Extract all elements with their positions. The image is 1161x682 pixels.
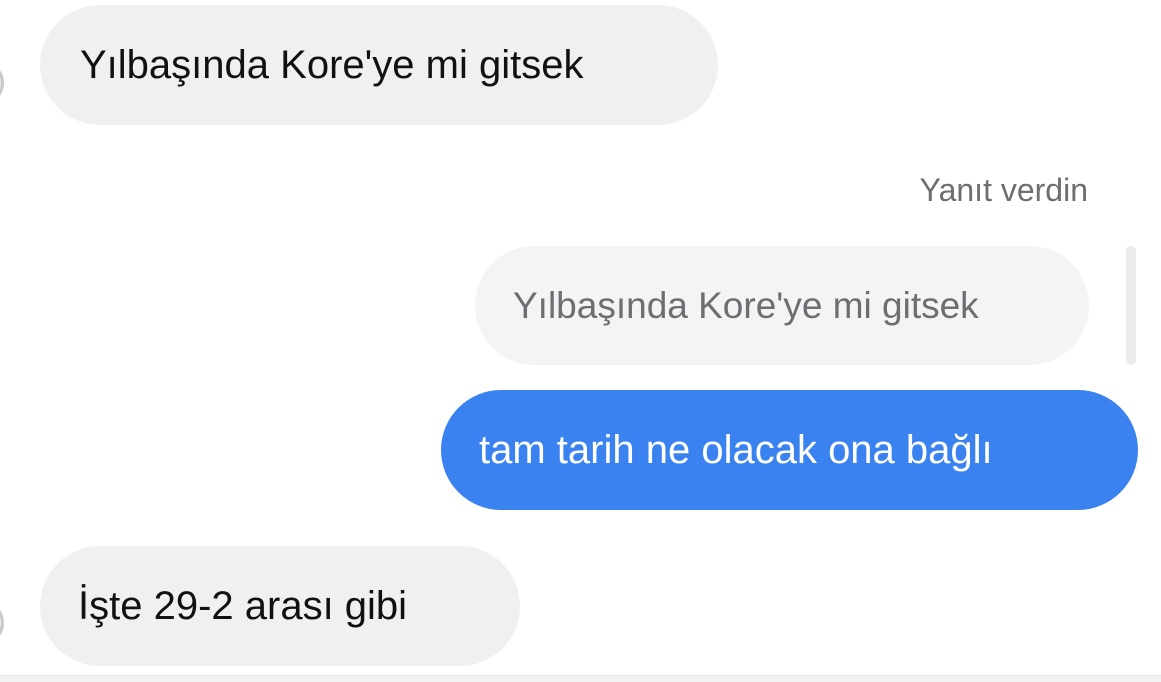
replied-message-text: Yılbaşında Kore'ye mi gitsek [513, 284, 979, 326]
incoming-message-bubble[interactable]: İşte 29-2 arası gibi [40, 546, 520, 666]
avatar[interactable] [0, 61, 4, 105]
incoming-message-bubble[interactable]: Yılbaşında Kore'ye mi gitsek [40, 5, 718, 125]
reply-indicator: Yanıt verdin [919, 172, 1088, 208]
replied-message-preview[interactable]: Yılbaşında Kore'ye mi gitsek [475, 246, 1089, 365]
avatar[interactable] [0, 601, 4, 645]
message-text: tam tarih ne olacak ona bağlı [479, 427, 993, 472]
message-text: Yılbaşında Kore'ye mi gitsek [80, 42, 584, 87]
message-text: İşte 29-2 arası gibi [78, 583, 408, 628]
composer-edge [0, 675, 1161, 682]
chat-thread: Yılbaşında Kore'ye mi gitsek Yanıt verdi… [0, 0, 1161, 682]
reply-quote-bar [1126, 246, 1136, 365]
outgoing-message-bubble[interactable]: tam tarih ne olacak ona bağlı [441, 390, 1138, 510]
